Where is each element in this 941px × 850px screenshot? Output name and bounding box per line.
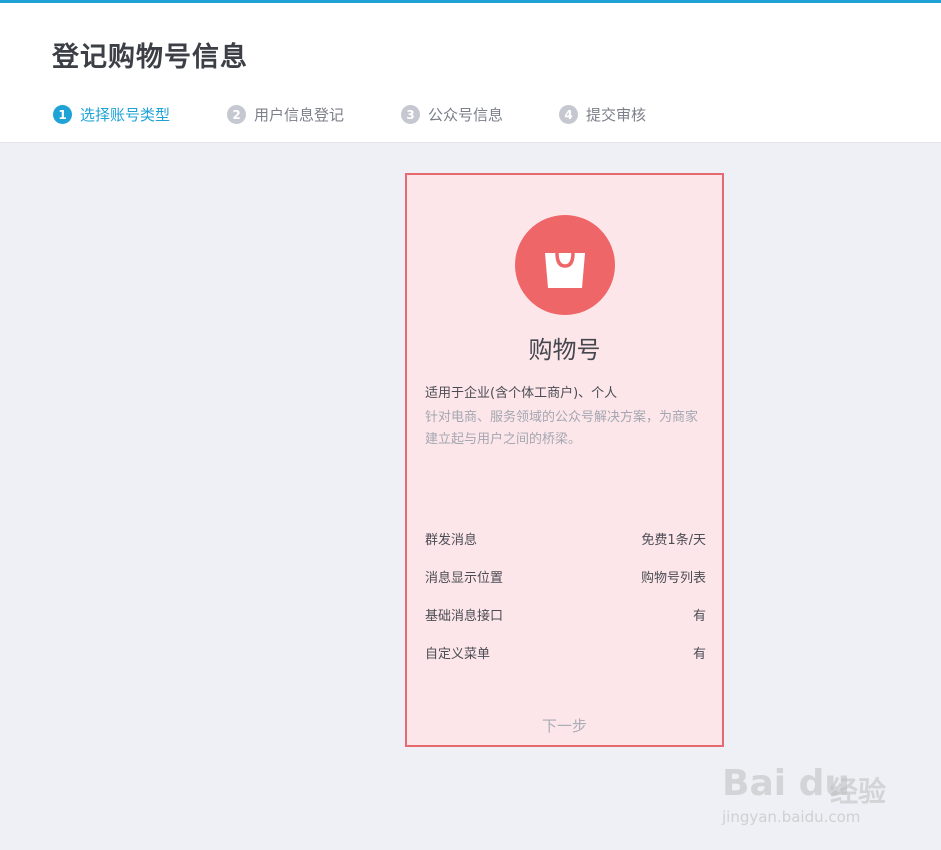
step-label: 公众号信息 (428, 106, 504, 124)
step-number: 4 (559, 105, 578, 124)
account-type-card[interactable]: 购物号 适用于企业(含个体工商户)、个人 针对电商、服务领域的公众号解决方案，为… (405, 173, 724, 747)
step-3[interactable]: 3 公众号信息 (401, 104, 503, 125)
watermark-url: jingyan.baidu.com (722, 808, 861, 826)
step-label: 用户信息登记 (254, 106, 345, 124)
step-number: 1 (53, 105, 72, 124)
step-number: 3 (401, 105, 420, 124)
next-step-button[interactable]: 下一步 (407, 715, 722, 736)
step-4[interactable]: 4 提交审核 (559, 104, 646, 125)
feature-name: 基础消息接口 (425, 609, 504, 624)
step-2[interactable]: 2 用户信息登记 (227, 104, 344, 125)
feature-row-message-position: 消息显示位置 购物号列表 (425, 567, 706, 587)
feature-value: 有 (692, 609, 706, 624)
watermark-brand-cn: 经验 (830, 775, 887, 808)
feature-name: 群发消息 (425, 533, 478, 548)
card-description: 针对电商、服务领域的公众号解决方案，为商家建立起与用户之间的桥梁。 (425, 410, 699, 447)
suitable-for-text: 适用于企业(含个体工商户)、个人 (425, 386, 618, 401)
feature-value: 购物号列表 (640, 571, 706, 586)
baidu-jingyan-watermark: Bai du 经验 jingyan.baidu.com (722, 748, 892, 833)
header: 登记购物号信息 1 选择账号类型 2 用户信息登记 3 公众号信息 4 提交审核 (0, 3, 941, 143)
feature-name: 自定义菜单 (425, 647, 491, 662)
feature-row-basic-api: 基础消息接口 有 (425, 605, 706, 625)
step-1[interactable]: 1 选择账号类型 (53, 104, 170, 125)
feature-row-mass-message: 群发消息 免费1条/天 (425, 529, 706, 549)
card-title: 购物号 (528, 336, 601, 364)
feature-value: 有 (692, 647, 706, 662)
step-label: 提交审核 (586, 106, 647, 124)
shopping-bag-icon (515, 215, 615, 315)
feature-value: 免费1条/天 (641, 533, 706, 548)
feature-row-custom-menu: 自定义菜单 有 (425, 643, 706, 663)
page-title: 登记购物号信息 (52, 42, 248, 73)
step-label: 选择账号类型 (80, 106, 171, 124)
step-number: 2 (227, 105, 246, 124)
feature-name: 消息显示位置 (425, 571, 504, 586)
